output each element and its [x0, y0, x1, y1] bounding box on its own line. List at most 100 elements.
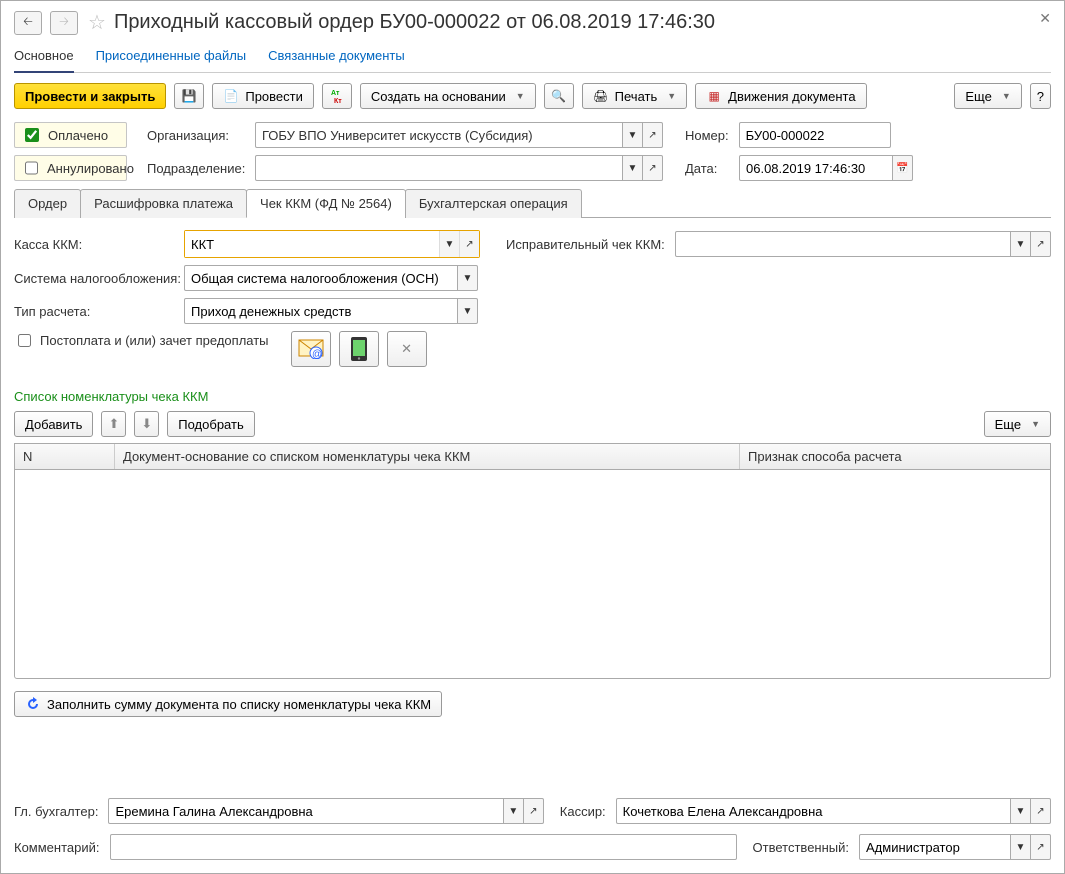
tax-input[interactable]	[184, 265, 458, 291]
organization-dropdown-button[interactable]: ▼	[623, 122, 643, 148]
calc-type-label: Тип расчета:	[14, 304, 174, 319]
move-down-button[interactable]: ⬇	[134, 411, 159, 437]
department-dropdown-button[interactable]: ▼	[623, 155, 643, 181]
kassa-dropdown-button[interactable]: ▼	[439, 231, 459, 257]
move-up-button[interactable]: ⬆	[101, 411, 126, 437]
postpay-checkbox[interactable]	[18, 334, 31, 347]
tax-dropdown-button[interactable]: ▼	[458, 265, 478, 291]
postpay-checkbox-cell[interactable]: Постоплата и (или) зачет предоплаты	[14, 331, 269, 350]
table-col-n: N	[15, 444, 115, 469]
nomenclature-table[interactable]: N Документ-основание со списком номенкла…	[14, 443, 1051, 679]
debit-credit-button[interactable]: АтКт	[322, 83, 352, 109]
paid-checkbox[interactable]	[25, 128, 39, 142]
add-row-button[interactable]: Добавить	[14, 411, 93, 437]
date-label: Дата:	[685, 161, 729, 176]
calc-type-input[interactable]	[184, 298, 458, 324]
chief-accountant-open-button[interactable]: ↗	[524, 798, 544, 824]
close-button[interactable]: ✕	[1039, 10, 1051, 27]
printer-icon: 🖨	[593, 88, 609, 104]
subtab-order[interactable]: Ордер	[14, 189, 81, 218]
cashier-input[interactable]	[616, 798, 1011, 824]
nav-back-button[interactable]: 🡠	[14, 11, 42, 35]
create-based-label: Создать на основании	[371, 89, 506, 104]
responsible-dropdown-button[interactable]: ▼	[1011, 834, 1031, 860]
cashier-label: Кассир:	[560, 804, 606, 819]
subtab-accounting[interactable]: Бухгалтерская операция	[405, 189, 582, 218]
paid-checkbox-cell[interactable]: Оплачено	[14, 122, 127, 148]
list-more-label: Еще	[995, 417, 1021, 432]
subtab-kkm[interactable]: Чек ККМ (ФД № 2564)	[246, 189, 406, 218]
department-label: Подразделение:	[147, 161, 245, 176]
arrow-up-icon: ⬆	[108, 416, 119, 432]
chief-accountant-input[interactable]	[108, 798, 503, 824]
nav-forward-button: 🡢	[50, 11, 78, 35]
search-linked-button[interactable]: 🔍	[544, 83, 574, 109]
print-button[interactable]: 🖨Печать▼	[582, 83, 688, 109]
correction-open-button[interactable]: ↗	[1031, 231, 1051, 257]
more-label: Еще	[965, 89, 991, 104]
svg-text:Кт: Кт	[334, 98, 342, 104]
movements-button[interactable]: ▦Движения документа	[695, 83, 866, 109]
chevron-down-icon: ▼	[516, 91, 525, 101]
date-input[interactable]	[739, 155, 893, 181]
responsible-input[interactable]	[859, 834, 1011, 860]
postpay-label: Постоплата и (или) зачет предоплаты	[40, 333, 269, 348]
organization-input[interactable]	[255, 122, 623, 148]
chevron-down-icon: ▼	[1002, 91, 1011, 101]
subtab-detail[interactable]: Расшифровка платежа	[80, 189, 247, 218]
paid-label: Оплачено	[48, 128, 108, 143]
calc-type-dropdown-button[interactable]: ▼	[458, 298, 478, 324]
list-section-title: Список номенклатуры чека ККМ	[14, 389, 1051, 404]
kassa-open-button[interactable]: ↗	[459, 231, 479, 257]
svg-text:Ат: Ат	[331, 90, 340, 97]
cashier-dropdown-button[interactable]: ▼	[1011, 798, 1031, 824]
post-and-close-button[interactable]: Провести и закрыть	[14, 83, 166, 109]
kassa-input[interactable]	[185, 231, 439, 257]
chief-accountant-dropdown-button[interactable]: ▼	[504, 798, 524, 824]
help-button[interactable]: ?	[1030, 83, 1051, 109]
chief-accountant-label: Гл. бухгалтер:	[14, 804, 98, 819]
organization-open-button[interactable]: ↗	[643, 122, 663, 148]
refresh-icon	[25, 696, 41, 712]
akt-icon: АтКт	[329, 88, 345, 104]
phone-icon	[350, 336, 368, 362]
send-sms-button[interactable]	[339, 331, 379, 367]
organization-label: Организация:	[147, 128, 245, 143]
correction-input[interactable]	[675, 231, 1011, 257]
magnifier-link-icon: 🔍	[551, 88, 567, 104]
post-label: Провести	[245, 89, 303, 104]
kassa-label: Касса ККМ:	[14, 237, 174, 252]
favorite-star-icon[interactable]: ☆	[88, 10, 106, 35]
pick-button[interactable]: Подобрать	[167, 411, 254, 437]
department-input[interactable]	[255, 155, 623, 181]
chevron-down-icon: ▼	[1031, 419, 1040, 429]
cancel-send-button[interactable]: ✕	[387, 331, 427, 367]
create-based-on-button[interactable]: Создать на основании ▼	[360, 83, 536, 109]
correction-dropdown-button[interactable]: ▼	[1011, 231, 1031, 257]
floppy-disk-icon: 💾	[181, 88, 197, 104]
save-button[interactable]: 💾	[174, 83, 204, 109]
cashier-open-button[interactable]: ↗	[1031, 798, 1051, 824]
annulled-label: Аннулировано	[47, 161, 134, 176]
fill-sum-button[interactable]: Заполнить сумму документа по списку номе…	[14, 691, 442, 717]
section-tab-linked[interactable]: Связанные документы	[268, 44, 405, 72]
table-col-sign: Признак способа расчета	[740, 444, 1050, 469]
fill-sum-label: Заполнить сумму документа по списку номе…	[47, 697, 431, 712]
annulled-checkbox-cell[interactable]: Аннулировано	[14, 155, 127, 181]
more-button[interactable]: Еще ▼	[954, 83, 1021, 109]
number-label: Номер:	[685, 128, 729, 143]
comment-label: Комментарий:	[14, 840, 100, 855]
list-more-button[interactable]: Еще ▼	[984, 411, 1051, 437]
annulled-checkbox[interactable]	[25, 161, 38, 175]
responsible-label: Ответственный:	[753, 840, 849, 855]
responsible-open-button[interactable]: ↗	[1031, 834, 1051, 860]
number-input[interactable]	[739, 122, 891, 148]
send-email-button[interactable]: @	[291, 331, 331, 367]
department-open-button[interactable]: ↗	[643, 155, 663, 181]
post-button[interactable]: 📄Провести	[212, 83, 314, 109]
date-picker-button[interactable]: 📅	[893, 155, 913, 181]
comment-input[interactable]	[110, 834, 737, 860]
section-tab-main[interactable]: Основное	[14, 44, 74, 73]
section-tab-files[interactable]: Присоединенные файлы	[96, 44, 247, 72]
email-at-icon: @	[298, 339, 324, 359]
